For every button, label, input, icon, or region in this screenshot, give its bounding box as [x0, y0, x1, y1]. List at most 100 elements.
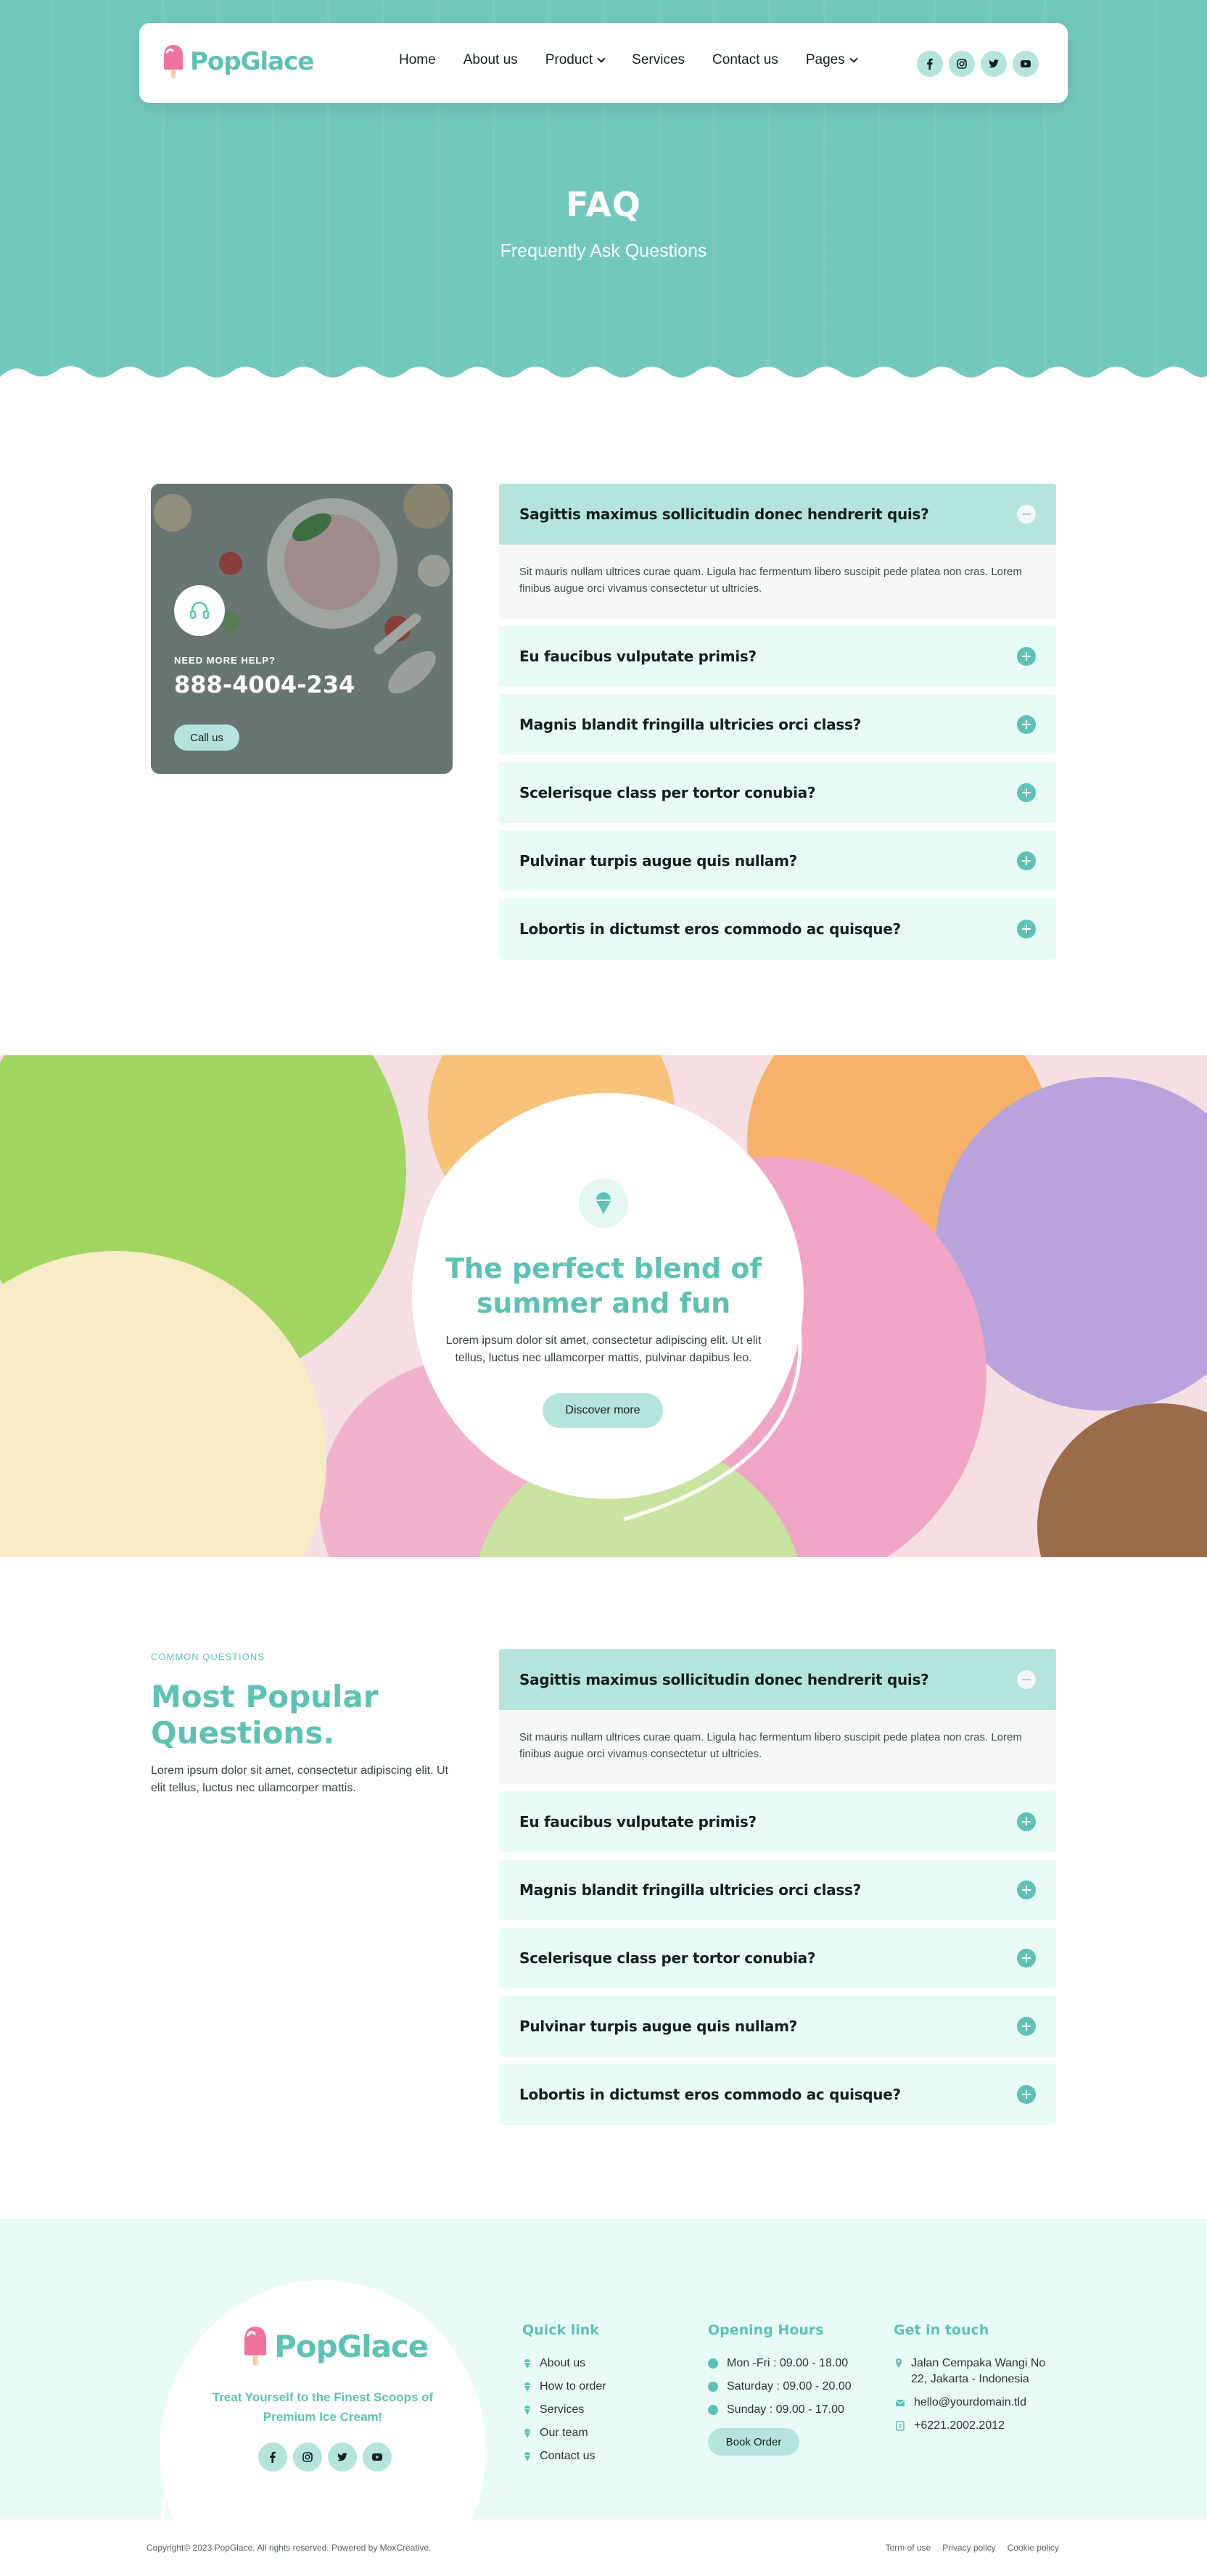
- hours-item: Mon -Fri : 09.00 - 18.00: [708, 2356, 852, 2371]
- youtube-icon[interactable]: [363, 2443, 392, 2472]
- nav-home[interactable]: Home: [399, 52, 436, 68]
- faq-item: Sagittis maximus sollicitudin donec hend…: [499, 484, 1056, 619]
- call-us-button[interactable]: Call us: [174, 724, 239, 751]
- help-card: NEED MORE HELP? 888-4004-234 Call us: [151, 484, 453, 774]
- plus-icon: [1017, 2017, 1036, 2036]
- faq-question-toggle[interactable]: Eu faucibus vulputate primis?: [499, 626, 1056, 687]
- faq-question-toggle[interactable]: Pulvinar turpis augue quis nullam?: [499, 1996, 1056, 2057]
- opening-hours-heading: Opening Hours: [708, 2322, 824, 2338]
- faq-item: Eu faucibus vulputate primis?: [499, 1791, 1056, 1852]
- twitter-icon[interactable]: [981, 51, 1007, 77]
- contact-heading: Get in touch: [894, 2322, 989, 2338]
- chevron-down-icon: [849, 54, 858, 63]
- hours-text: Saturday : 09.00 - 20.00: [727, 2380, 852, 2393]
- faq-item: Magnis blandit fringilla ultricies orci …: [499, 1859, 1056, 1920]
- facebook-icon[interactable]: [917, 51, 943, 77]
- clock-icon: [708, 2405, 718, 2415]
- faq-question-toggle[interactable]: Lobortis in dictumst eros commodo ac qui…: [499, 2064, 1056, 2125]
- quick-link-how-to-order[interactable]: How to order: [522, 2379, 606, 2395]
- faq-question-toggle[interactable]: Lobortis in dictumst eros commodo ac qui…: [499, 899, 1056, 959]
- clock-icon: [708, 2382, 718, 2392]
- navbar: PopGlace Home About us Product Services …: [139, 23, 1068, 103]
- footer-tagline: Treat Yourself to the Finest Scoops of P…: [212, 2390, 434, 2424]
- faq-item: Scelerisque class per tortor conubia?: [499, 762, 1056, 823]
- quick-link-contact[interactable]: Contact us: [522, 2448, 606, 2464]
- plus-icon: [1017, 647, 1036, 666]
- page-title: FAQ: [566, 185, 641, 224]
- faq-question-toggle[interactable]: Pulvinar turpis augue quis nullam?: [499, 830, 1056, 891]
- faq-question-toggle[interactable]: Sagittis maximus sollicitudin donec hend…: [499, 1649, 1056, 1710]
- legal-links: Term of use Privacy policy Cookie policy: [886, 2543, 1059, 2553]
- faq-question: Scelerisque class per tortor conubia?: [519, 784, 816, 801]
- nav-pages-label: Pages: [805, 52, 845, 67]
- faq-item: Eu faucibus vulputate primis?: [499, 626, 1056, 687]
- contact-column: Get in touch Jalan Cempaka Wangi No 22, …: [894, 2322, 1060, 2441]
- contact-phone[interactable]: +6221.2002.2012: [894, 2418, 1060, 2434]
- footer-logo[interactable]: PopGlace: [241, 2325, 429, 2367]
- hero-section: PopGlace Home About us Product Services …: [0, 0, 1207, 392]
- hours-text: Sunday : 09.00 - 17.00: [727, 2403, 844, 2416]
- contact-email[interactable]: hello@yourdomain.tld: [894, 2395, 1060, 2411]
- book-order-button[interactable]: Book Order: [708, 2428, 799, 2456]
- faq-accordion-bottom: Sagittis maximus sollicitudin donec hend…: [499, 1649, 1056, 2132]
- terms-link[interactable]: Term of use: [886, 2543, 931, 2553]
- faq-question-toggle[interactable]: Magnis blandit fringilla ultricies orci …: [499, 694, 1056, 755]
- privacy-link[interactable]: Privacy policy: [942, 2543, 995, 2553]
- nav-contact[interactable]: Contact us: [712, 52, 778, 68]
- facebook-icon[interactable]: [258, 2443, 287, 2472]
- location-pin-icon: [896, 2358, 902, 2368]
- nav-about[interactable]: About us: [464, 52, 518, 68]
- popsicle-logo-icon: [164, 45, 183, 78]
- contact-email-text: hello@yourdomain.tld: [914, 2396, 1026, 2408]
- faq-question: Sagittis maximus sollicitudin donec hend…: [519, 1671, 929, 1688]
- nav-contact-label: Contact us: [712, 52, 778, 67]
- quick-link-label: Our team: [540, 2427, 588, 2439]
- ice-cream-bullet-icon: [524, 2359, 530, 2369]
- discover-more-button[interactable]: Discover more: [543, 1393, 663, 1428]
- nav-product[interactable]: Product: [545, 52, 606, 68]
- faq-question-toggle[interactable]: Eu faucibus vulputate primis?: [499, 1791, 1056, 1852]
- help-label: NEED MORE HELP?: [174, 655, 276, 666]
- contact-list: Jalan Cempaka Wangi No 22, Jakarta - Ind…: [894, 2356, 1060, 2434]
- faq-question: Lobortis in dictumst eros commodo ac qui…: [519, 920, 901, 938]
- plus-icon: [1017, 920, 1036, 938]
- faq-accordion-top: Sagittis maximus sollicitudin donec hend…: [499, 484, 1056, 967]
- nav-about-label: About us: [463, 52, 518, 67]
- faq-question: Lobortis in dictumst eros commodo ac qui…: [519, 2086, 901, 2103]
- footer-social-links: [258, 2443, 392, 2472]
- faq-question: Scelerisque class per tortor conubia?: [519, 1949, 816, 1967]
- nav-pages[interactable]: Pages: [805, 52, 858, 68]
- youtube-icon[interactable]: [1013, 51, 1039, 77]
- faq-question: Eu faucibus vulputate primis?: [519, 1813, 757, 1830]
- instagram-icon[interactable]: [949, 51, 975, 77]
- quick-links-heading: Quick link: [522, 2322, 599, 2338]
- mail-icon: [895, 2400, 905, 2406]
- nav-product-label: Product: [545, 52, 593, 67]
- copyright-text: Copyright© 2023 PopGlace. All rights res…: [147, 2543, 432, 2553]
- faq-item: Pulvinar turpis augue quis nullam?: [499, 830, 1056, 891]
- cookie-link[interactable]: Cookie policy: [1008, 2543, 1059, 2553]
- brand-logo[interactable]: PopGlace: [161, 44, 314, 80]
- faq-question-toggle[interactable]: Scelerisque class per tortor conubia?: [499, 762, 1056, 823]
- quick-link-about[interactable]: About us: [522, 2356, 606, 2371]
- twitter-icon[interactable]: [328, 2443, 357, 2472]
- nav-services[interactable]: Services: [632, 52, 685, 68]
- popsicle-logo-icon: [244, 2327, 267, 2366]
- quick-link-label: Contact us: [540, 2450, 596, 2462]
- help-phone: 888-4004-234: [174, 671, 355, 698]
- contact-phone-text: +6221.2002.2012: [914, 2419, 1005, 2432]
- ice-cream-bullet-icon: [524, 2429, 530, 2438]
- hours-text: Mon -Fri : 09.00 - 18.00: [727, 2357, 849, 2369]
- ice-cream-icon: [579, 1178, 628, 1228]
- faq-item: Pulvinar turpis augue quis nullam?: [499, 1996, 1056, 2057]
- quick-link-our-team[interactable]: Our team: [522, 2425, 606, 2441]
- faq-question: Magnis blandit fringilla ultricies orci …: [519, 1881, 861, 1899]
- faq-item: Lobortis in dictumst eros commodo ac qui…: [499, 899, 1056, 959]
- main-menu: Home About us Product Services Contact u…: [399, 52, 858, 68]
- quick-link-services[interactable]: Services: [522, 2402, 606, 2418]
- faq-question-toggle[interactable]: Sagittis maximus sollicitudin donec hend…: [499, 484, 1056, 545]
- instagram-icon[interactable]: [293, 2443, 322, 2472]
- faq-question-toggle[interactable]: Scelerisque class per tortor conubia?: [499, 1928, 1056, 1989]
- faq-question-toggle[interactable]: Magnis blandit fringilla ultricies orci …: [499, 1859, 1056, 1920]
- plus-icon: [1017, 2085, 1036, 2104]
